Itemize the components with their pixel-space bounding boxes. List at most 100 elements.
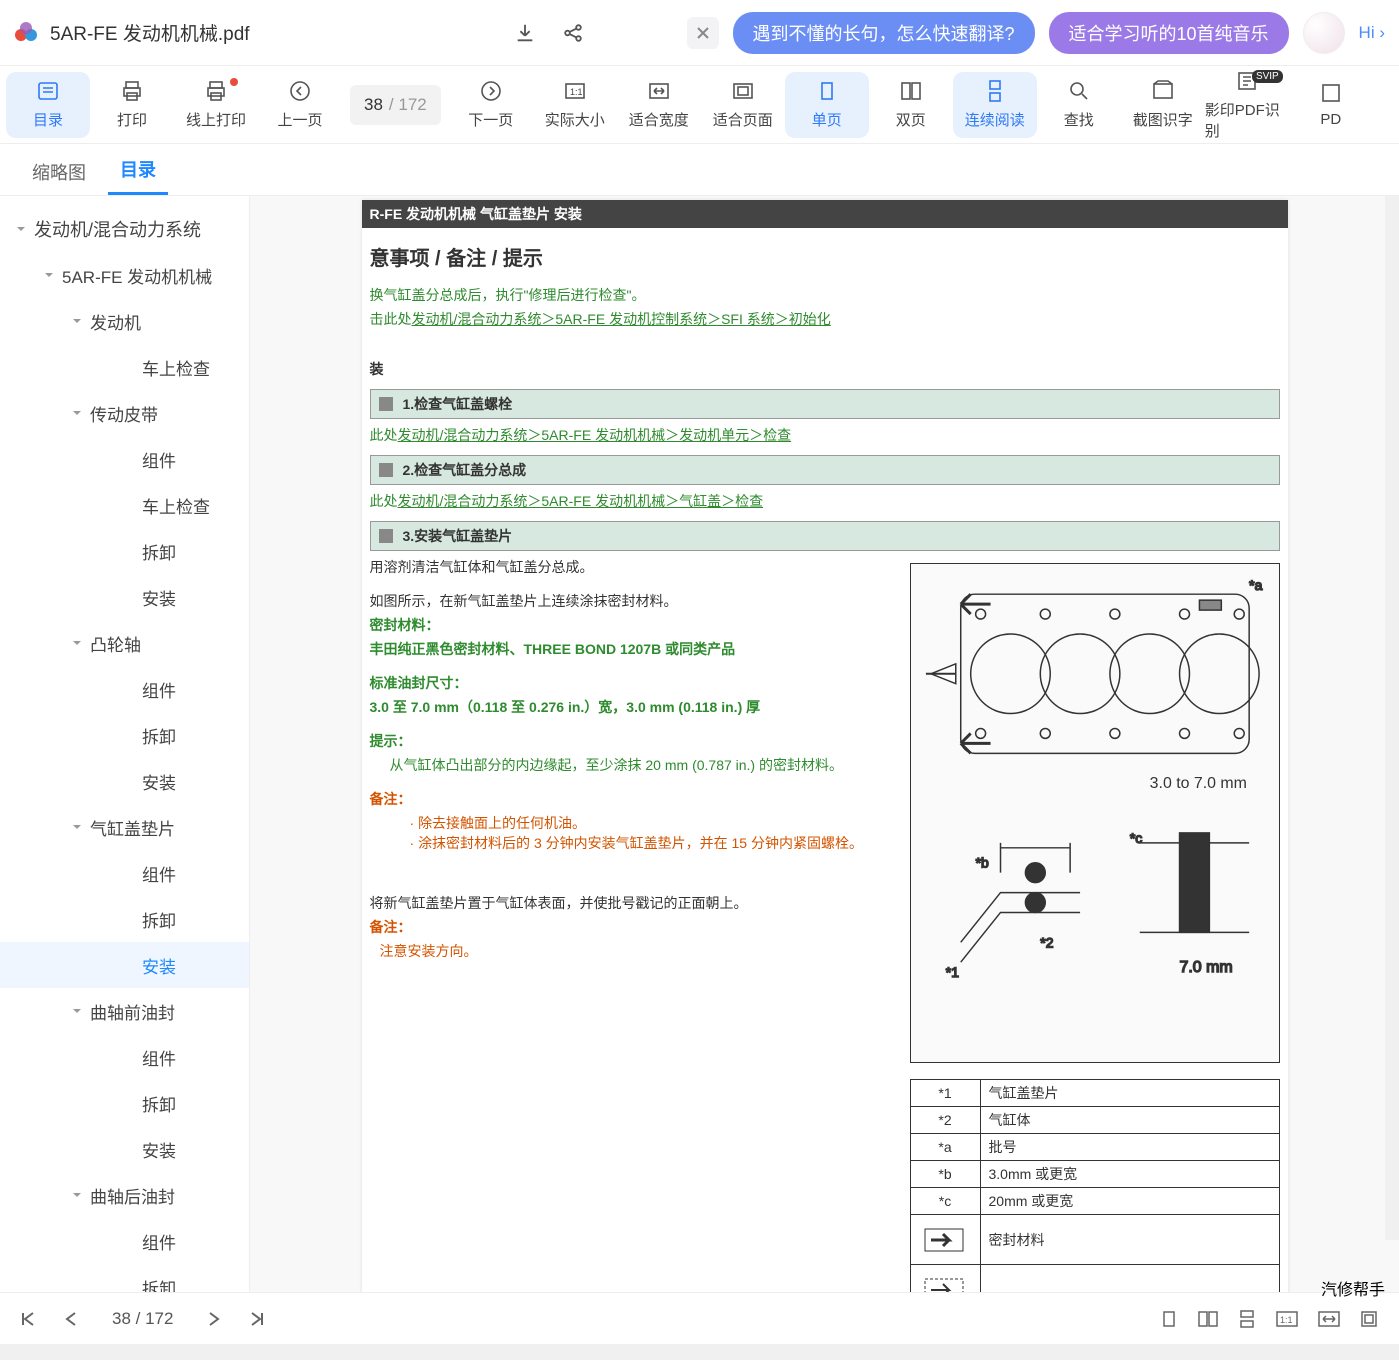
legend-table: *1气缸盖垫片*2气缸体*a批号*b3.0mm 或更宽*c20mm 或更宽密封材… [910,1079,1280,1292]
first-page-button[interactable] [20,1311,36,1327]
download-button[interactable] [510,18,540,48]
page-heading: 意事项 / 备注 / 提示 [370,242,1280,271]
toc-sidebar[interactable]: 发动机/混合动力系统5AR-FE 发动机机械发动机车上检查传动皮带组件车上检查拆… [0,196,250,1292]
doc-link[interactable]: 发动机/混合动力系统＞5AR-FE 发动机控制系统＞SFI 系统＞初始化 [412,311,831,327]
view-single-icon[interactable] [1159,1309,1179,1329]
step-2-header[interactable]: 2.检查气缸盖分总成 [370,455,1280,485]
tool-single[interactable]: 单页 [785,72,869,138]
tool-pdfmore[interactable]: PD [1289,72,1373,138]
toc-item[interactable]: 曲轴后油封 [0,1172,249,1218]
prev-page-button[interactable] [64,1311,78,1327]
view-double-icon[interactable] [1197,1309,1219,1329]
caret-icon[interactable] [70,1188,84,1202]
toc-item[interactable]: 组件 [0,1218,249,1264]
toc-item[interactable]: 5AR-FE 发动机机械 [0,252,249,298]
step-3-header[interactable]: 3.安装气缸盖垫片 [370,521,1280,551]
view-continuous-icon[interactable] [1237,1309,1257,1329]
diagram-label: 3.0 to 7.0 mm [1149,775,1246,792]
toc-item[interactable]: 拆卸 [0,896,249,942]
toc-item[interactable]: 曲轴前油封 [0,988,249,1034]
toc-item[interactable]: 组件 [0,666,249,712]
tool-fitw[interactable]: 适合宽度 [617,72,701,138]
fit-page-icon[interactable] [1359,1309,1379,1329]
text: 换气缸盖分总成后，执行"修理后进行检查"。 [370,285,1280,305]
scrollbar-horizontal[interactable] [0,1344,1399,1360]
scrollbar[interactable] [1385,196,1399,1240]
toc-item[interactable]: 安装 [0,1126,249,1172]
caret-icon[interactable] [42,268,56,282]
avatar[interactable] [1303,12,1345,54]
tool-print[interactable]: 打印 [90,72,174,138]
svg-text:7.0 mm: 7.0 mm [1179,959,1232,976]
zoom-11-icon[interactable]: 1:1 [1275,1309,1299,1329]
toc-item[interactable]: 拆卸 [0,528,249,574]
toc-item[interactable]: 车上检查 [0,344,249,390]
toc-item[interactable]: 凸轮轴 [0,620,249,666]
watermark: 汽修帮手 [1321,1276,1385,1300]
toc-item[interactable]: 组件 [0,1034,249,1080]
double-icon [899,79,923,103]
tool-continuous[interactable]: 连续阅读 [953,72,1037,138]
tool-prev[interactable]: 上一页 [258,72,342,138]
toc-item[interactable]: 安装 [0,942,249,988]
caret-icon[interactable] [70,636,84,650]
tool-find[interactable]: 查找 [1037,72,1121,138]
cloud-print-icon [204,79,228,103]
find-icon [1067,79,1091,103]
toc-item[interactable]: 拆卸 [0,1264,249,1292]
toc-item[interactable]: 拆卸 [0,1080,249,1126]
tab-toc[interactable]: 目录 [108,146,168,195]
diagram-image: *a 3.0 to 7.0 mm *b *2 *1 [910,563,1280,1063]
tool-toc[interactable]: 目录 [6,72,90,138]
tool-snap[interactable]: 截图识字 [1121,72,1205,138]
toc-item[interactable]: 发动机/混合动力系统 [0,206,249,252]
tab-thumbnails[interactable]: 缩略图 [20,149,98,195]
tip-pill-1[interactable]: 遇到不懂的长句，怎么快速翻译? [733,12,1035,54]
collapse-icon[interactable] [379,397,393,411]
doc-link[interactable]: 发动机/混合动力系统＞5AR-FE 发动机机械＞发动机单元＞检查 [398,427,792,443]
toc-item[interactable]: 安装 [0,758,249,804]
tool-ocr[interactable]: SVIP影印PDF识别 [1205,72,1289,138]
svg-text:1:1: 1:1 [570,87,583,97]
tool-cloud-print[interactable]: 线上打印 [174,72,258,138]
step-1-header[interactable]: 1.检查气缸盖螺栓 [370,389,1280,419]
toc-item[interactable]: 安装 [0,574,249,620]
collapse-icon[interactable] [379,463,393,477]
fit-width-icon[interactable] [1317,1309,1341,1329]
tool-fitp[interactable]: 适合页面 [701,72,785,138]
svg-text:*b: *b [975,855,988,871]
svg-text:*2: *2 [1040,934,1053,950]
toc-item[interactable]: 传动皮带 [0,390,249,436]
print-icon [120,79,144,103]
close-tip-button[interactable] [687,17,719,49]
tool-next[interactable]: 下一页 [449,72,533,138]
doc-link[interactable]: 发动机/混合动力系统＞5AR-FE 发动机机械＞气缸盖＞检查 [398,493,764,509]
snap-icon [1151,79,1175,103]
caret-icon[interactable] [14,222,28,236]
caret-icon[interactable] [70,1004,84,1018]
tool-actual[interactable]: 1:1实际大小 [533,72,617,138]
total-pages: 172 [145,1309,173,1328]
tip-pill-2[interactable]: 适合学习听的10首纯音乐 [1049,12,1289,54]
greeting[interactable]: Hi › [1359,23,1385,43]
last-page-button[interactable] [249,1311,265,1327]
section-label: 装 [370,359,1280,379]
toc-item[interactable]: 发动机 [0,298,249,344]
caret-icon[interactable] [70,820,84,834]
caret-icon[interactable] [70,406,84,420]
toc-item[interactable]: 拆卸 [0,712,249,758]
toc-item[interactable]: 气缸盖垫片 [0,804,249,850]
current-page: 38 [112,1309,131,1328]
caret-icon[interactable] [70,314,84,328]
page-input[interactable]: 38 / 172 [350,85,441,125]
toc-item[interactable]: 组件 [0,436,249,482]
share-button[interactable] [558,18,588,48]
document-viewer[interactable]: R-FE 发动机机械 气缸盖垫片 安装 意事项 / 备注 / 提示 换气缸盖分总… [250,196,1399,1292]
pdfmore-icon [1319,81,1343,105]
collapse-icon[interactable] [379,529,393,543]
svg-text:*1: *1 [945,964,958,980]
toc-item[interactable]: 组件 [0,850,249,896]
toc-item[interactable]: 车上检查 [0,482,249,528]
tool-double[interactable]: 双页 [869,72,953,138]
next-page-button[interactable] [207,1311,221,1327]
